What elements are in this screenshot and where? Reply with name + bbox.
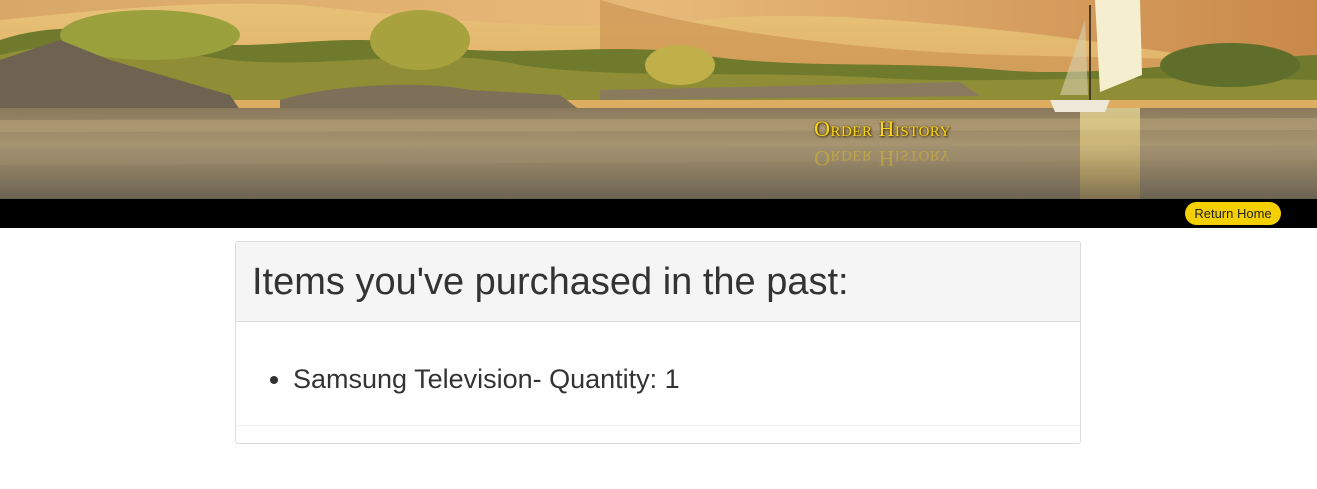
page-title: Order History: [814, 116, 951, 141]
return-home-button[interactable]: Return Home: [1185, 202, 1281, 225]
panel-heading: Items you've purchased in the past:: [236, 242, 1080, 322]
purchased-items-list: Samsung Television- Quantity: 1: [236, 322, 1080, 396]
panel-body: Samsung Television- Quantity: 1: [236, 322, 1080, 426]
page-title-reflection: Order History: [814, 146, 951, 171]
list-item: Samsung Television- Quantity: 1: [293, 362, 1080, 396]
header-banner: Order History Order History: [0, 0, 1317, 199]
panel-title: Items you've purchased in the past:: [252, 261, 849, 303]
order-history-panel: Items you've purchased in the past: Sams…: [235, 241, 1081, 444]
top-navbar: Return Home: [0, 199, 1317, 228]
